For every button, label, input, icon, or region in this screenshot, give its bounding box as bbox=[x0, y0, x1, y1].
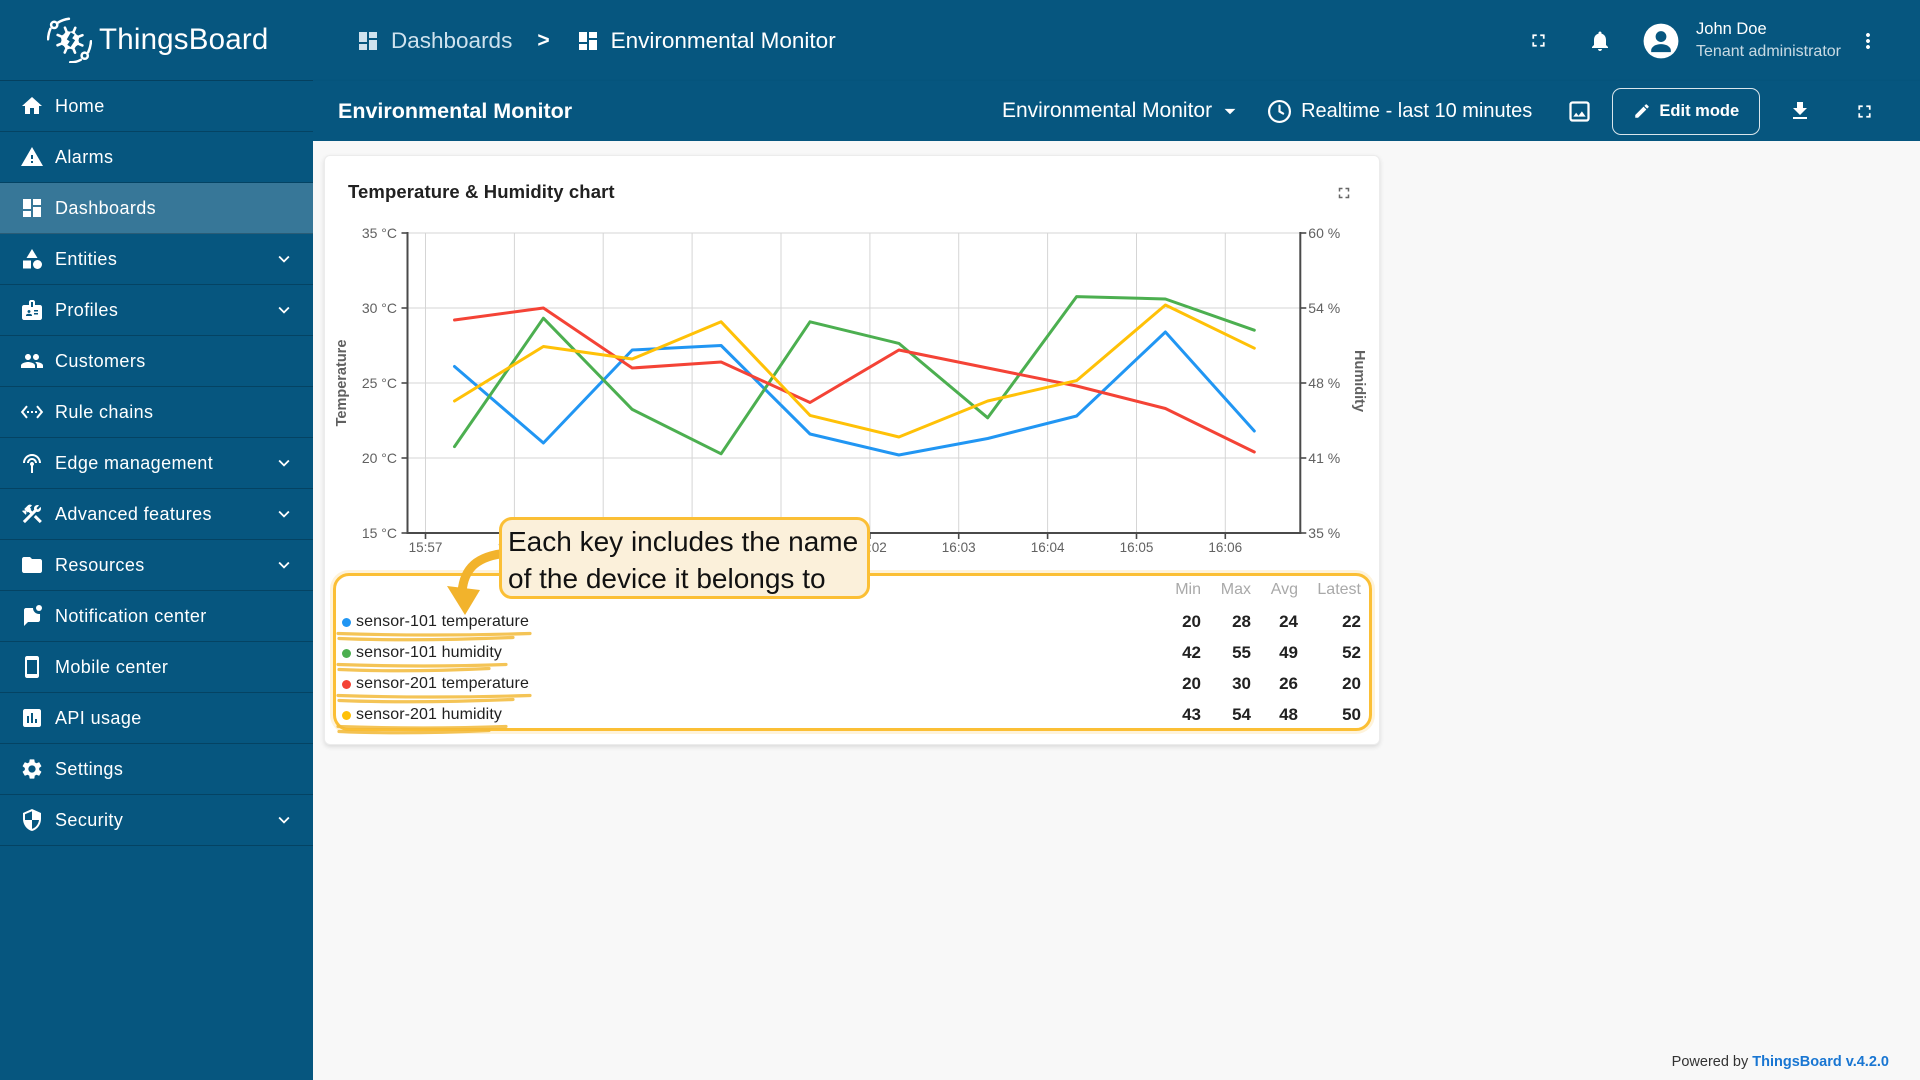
svg-text:15:57: 15:57 bbox=[409, 540, 443, 555]
svg-text:20 °C: 20 °C bbox=[362, 450, 397, 466]
svg-text:15 °C: 15 °C bbox=[362, 525, 397, 541]
svg-text:35 %: 35 % bbox=[1308, 525, 1340, 541]
svg-text:16:03: 16:03 bbox=[942, 540, 976, 555]
svg-text:16:04: 16:04 bbox=[1031, 540, 1065, 555]
svg-text:48 %: 48 % bbox=[1308, 375, 1340, 391]
svg-text:Temperature: Temperature bbox=[334, 340, 350, 427]
svg-text:25 °C: 25 °C bbox=[362, 375, 397, 391]
svg-text:16:05: 16:05 bbox=[1120, 540, 1154, 555]
svg-text:60 %: 60 % bbox=[1308, 225, 1340, 241]
svg-text:16:06: 16:06 bbox=[1208, 540, 1242, 555]
svg-text:54 %: 54 % bbox=[1308, 300, 1340, 316]
svg-text:Humidity: Humidity bbox=[1351, 350, 1367, 412]
svg-text:35 °C: 35 °C bbox=[362, 225, 397, 241]
svg-text:30 °C: 30 °C bbox=[362, 300, 397, 316]
svg-text:41 %: 41 % bbox=[1308, 450, 1340, 466]
